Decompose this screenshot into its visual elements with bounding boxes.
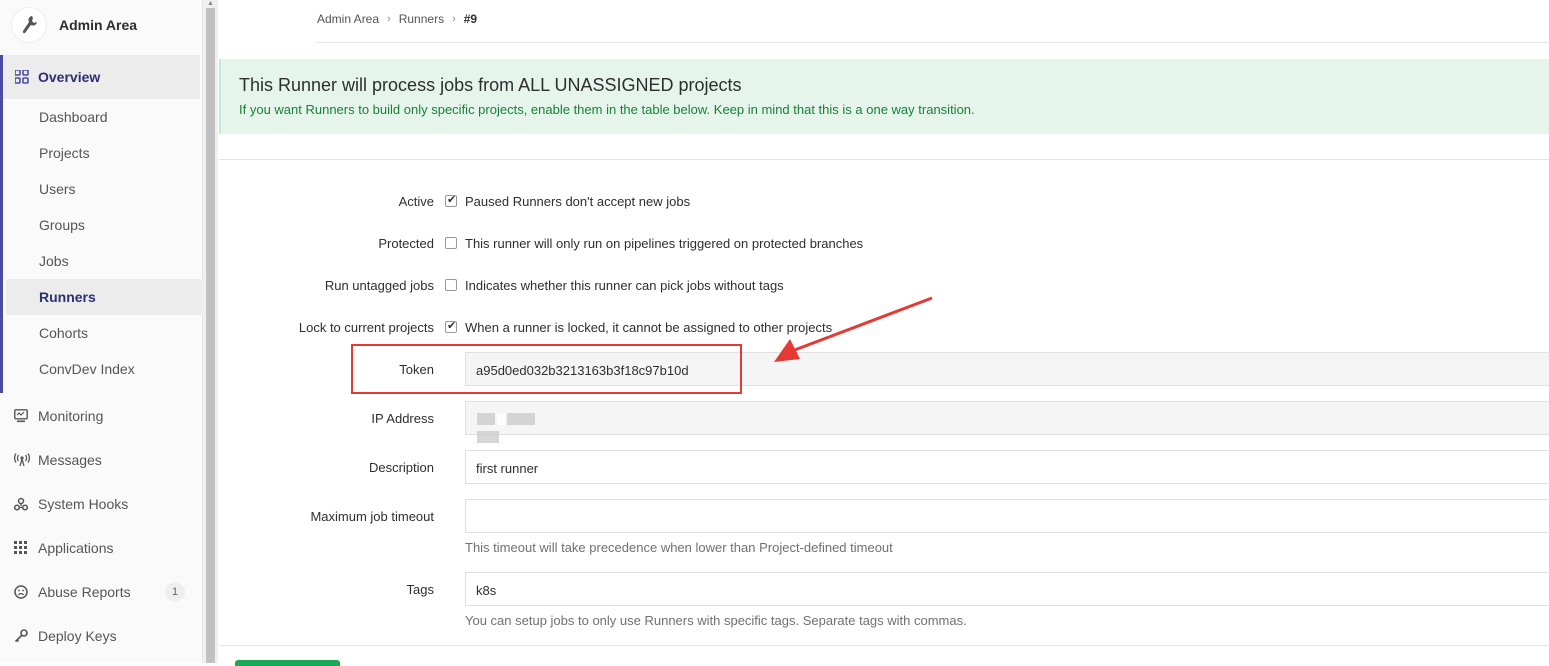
overview-subnav: Dashboard Projects Users Groups Jobs Run… — [0, 99, 203, 393]
description-label: Description — [368, 460, 434, 475]
face-icon — [14, 585, 28, 599]
timeout-label: Maximum job timeout — [310, 509, 434, 524]
broadcast-icon — [14, 453, 30, 467]
sidebar-item-applications[interactable]: Applications — [0, 529, 203, 569]
protected-checkbox[interactable] — [445, 237, 457, 249]
scrollbar-thumb[interactable] — [206, 8, 215, 663]
timeout-help: This timeout will take precedence when l… — [465, 540, 893, 555]
active-checkbox[interactable] — [445, 193, 457, 207]
untagged-help: Indicates whether this runner can pick j… — [465, 278, 784, 293]
divider — [219, 159, 1549, 160]
timeout-input[interactable] — [465, 499, 1549, 533]
sidebar-subitem-runners[interactable]: Runners — [39, 289, 96, 305]
active-subitem-bg — [6, 279, 203, 315]
sidebar-item-overview[interactable]: Overview — [0, 55, 200, 99]
sidebar-item-label: Messages — [38, 452, 102, 468]
alert-title: This Runner will process jobs from ALL U… — [239, 75, 742, 95]
sidebar-item-label: System Hooks — [38, 496, 129, 512]
ip-address-field[interactable] — [465, 401, 1549, 435]
sidebar-item-deploy-keys[interactable]: Deploy Keys — [0, 617, 203, 657]
locked-checkbox[interactable] — [445, 319, 457, 333]
divider — [219, 645, 1549, 646]
breadcrumb: Admin Area › Runners › #9 — [317, 12, 477, 26]
scroll-up-arrow[interactable]: ▲ — [206, 0, 215, 8]
sidebar-item-messages[interactable]: Messages — [0, 441, 203, 481]
tags-input[interactable]: k8s — [465, 572, 1549, 606]
tags-help: You can setup jobs to only use Runners w… — [465, 613, 967, 628]
breadcrumb-current[interactable]: #9 — [464, 12, 477, 26]
protected-label: Protected — [378, 236, 434, 251]
breadcrumb-runners[interactable]: Runners — [399, 12, 444, 26]
sidebar-item-label: Deploy Keys — [38, 628, 117, 644]
ip-label: IP Address — [371, 411, 434, 426]
untagged-label: Run untagged jobs — [324, 278, 434, 293]
sidebar-item-monitoring[interactable]: Monitoring — [0, 397, 203, 437]
sidebar-item-label: Abuse Reports — [38, 584, 131, 600]
active-label: Active — [398, 194, 434, 209]
sidebar-item-system-hooks[interactable]: System Hooks — [0, 485, 203, 525]
protected-help: This runner will only run on pipelines t… — [465, 236, 864, 251]
sidebar-subitem-users[interactable]: Users — [39, 181, 76, 197]
redacted-ip — [477, 412, 560, 443]
brand-title: Admin Area — [59, 17, 138, 33]
token-highlight-box — [351, 344, 742, 394]
key-icon — [14, 629, 28, 643]
sidebar: Admin Area Overview Dashboard Projects U… — [0, 0, 203, 663]
sidebar-subitem-groups[interactable]: Groups — [39, 217, 85, 233]
grid-small-icon — [15, 70, 29, 84]
hook-icon — [14, 497, 28, 511]
description-input[interactable]: first runner — [465, 450, 1549, 484]
sidebar-item-label: Overview — [38, 69, 101, 85]
locked-label: Lock to current projects — [298, 320, 434, 335]
sidebar-subitem-dashboard[interactable]: Dashboard — [39, 109, 108, 125]
chevron-right-icon: › — [387, 13, 391, 25]
grid-icon — [14, 541, 27, 554]
sidebar-subitem-projects[interactable]: Projects — [39, 145, 90, 161]
sidebar-header[interactable]: Admin Area — [0, 0, 203, 50]
monitor-icon — [14, 409, 28, 423]
runner-scope-alert: This Runner will process jobs from ALL U… — [219, 59, 1549, 134]
sidebar-item-label: Applications — [38, 540, 114, 556]
save-changes-button[interactable] — [235, 660, 340, 666]
untagged-checkbox[interactable] — [445, 279, 457, 291]
sidebar-subitem-jobs[interactable]: Jobs — [39, 253, 69, 269]
sidebar-item-abuse-reports[interactable]: Abuse Reports 1 — [0, 573, 203, 613]
wrench-icon — [22, 16, 37, 34]
sidebar-subitem-convdev-index[interactable]: ConvDev Index — [39, 361, 135, 377]
chevron-right-icon: › — [452, 13, 456, 25]
sidebar-subitem-cohorts[interactable]: Cohorts — [39, 325, 88, 341]
alert-text: If you want Runners to build only specif… — [239, 102, 975, 117]
admin-avatar — [11, 7, 47, 43]
breadcrumb-admin-area[interactable]: Admin Area — [317, 12, 379, 26]
tags-label: Tags — [406, 582, 434, 597]
abuse-count-badge: 1 — [165, 583, 185, 601]
divider — [317, 42, 1549, 43]
red-arrow-icon — [774, 296, 933, 362]
active-help: Paused Runners don't accept new jobs — [465, 194, 691, 209]
sidebar-item-label: Monitoring — [38, 408, 104, 424]
